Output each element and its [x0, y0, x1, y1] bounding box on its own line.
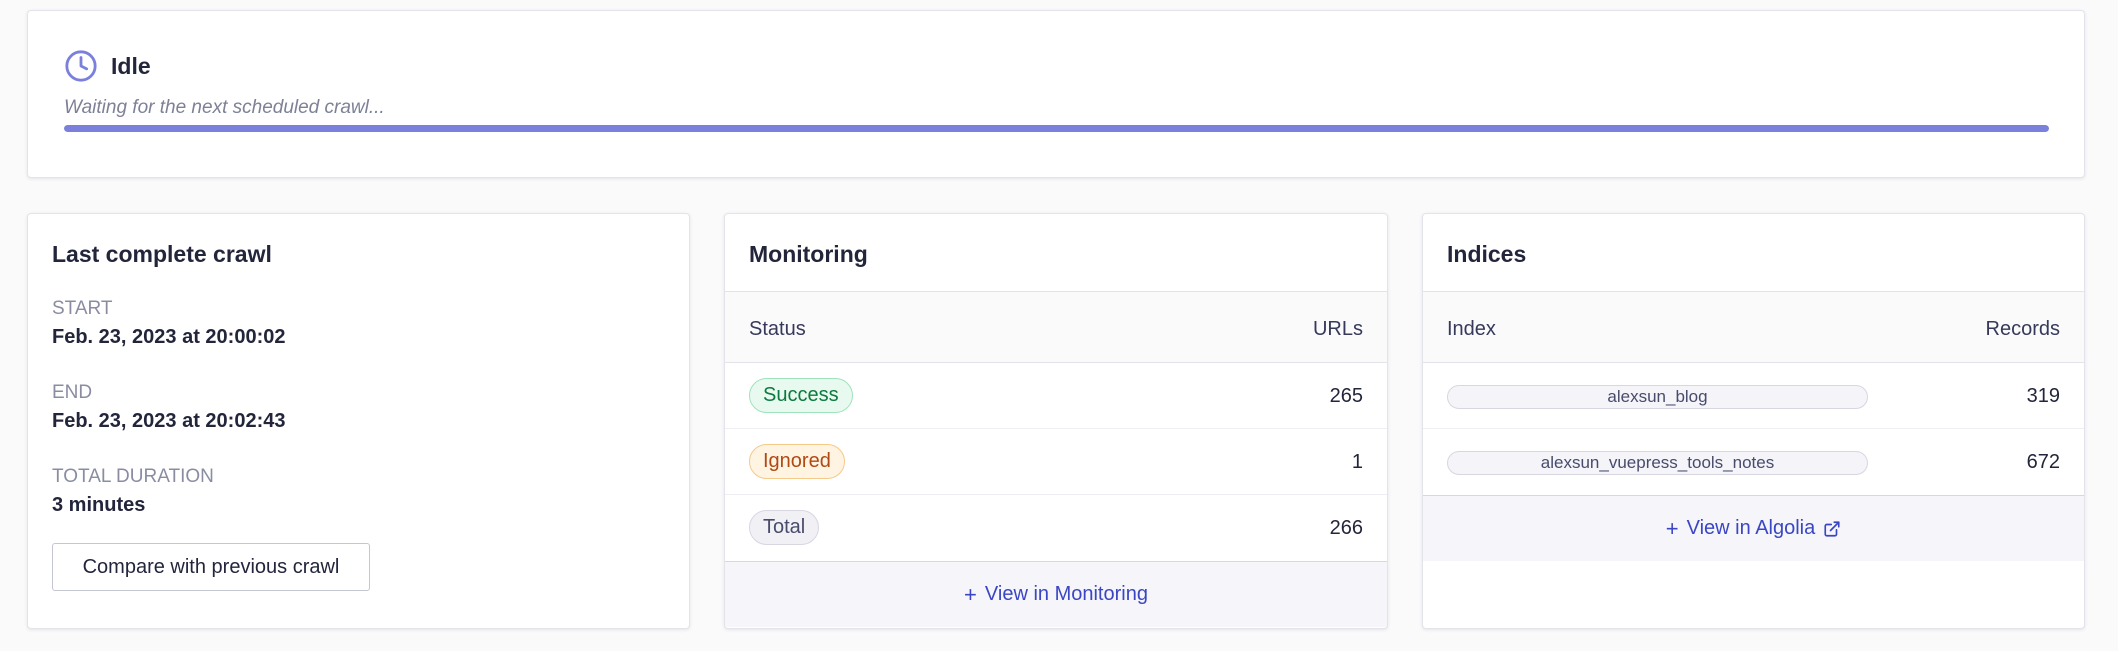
end-value: Feb. 23, 2023 at 20:02:43: [52, 410, 286, 432]
plus-icon: +: [964, 581, 977, 607]
status-progress-fill: [64, 125, 2049, 132]
records-count: 319: [2026, 385, 2060, 407]
duration-label: TOTAL DURATION: [52, 466, 214, 487]
start-value: Feb. 23, 2023 at 20:00:02: [52, 326, 286, 348]
column-header-index: Index: [1447, 318, 1496, 340]
external-link-icon: [1824, 520, 1840, 537]
last-crawl-title: Last complete crawl: [52, 241, 272, 267]
end-label: END: [52, 382, 93, 403]
view-in-algolia-label: View in Algolia: [1686, 517, 1816, 539]
status-badge-total[interactable]: Total: [749, 510, 820, 545]
clock-icon: [65, 50, 97, 82]
duration-value: 3 minutes: [52, 494, 146, 516]
column-header-records: Records: [1985, 318, 2060, 340]
status-title: Idle: [111, 52, 151, 79]
monitoring-card: Monitoring Status URLs Success 265 Ignor…: [724, 213, 1388, 629]
indices-table-header: Index Records: [1423, 291, 2084, 363]
table-row: alexsun_vuepress_tools_notes 672: [1423, 429, 2084, 495]
plus-icon: +: [1665, 515, 1679, 541]
monitoring-title: Monitoring: [749, 241, 868, 267]
table-row: Total 266: [725, 495, 1387, 561]
table-row: Ignored 1: [725, 429, 1387, 495]
urls-count: 1: [1351, 451, 1363, 473]
view-in-algolia-link[interactable]: + View in Algolia: [1423, 495, 2084, 561]
view-in-monitoring-link[interactable]: + View in Monitoring: [725, 561, 1387, 627]
status-header: Idle: [64, 49, 151, 83]
view-in-monitoring-label: View in Monitoring: [984, 583, 1148, 605]
urls-count: 266: [1329, 517, 1363, 539]
crawler-status-card: Idle Waiting for the next scheduled craw…: [27, 10, 2085, 178]
column-header-status: Status: [749, 318, 806, 340]
status-progress-bar: [64, 125, 2049, 132]
records-count: 672: [2026, 451, 2060, 473]
compare-crawl-button[interactable]: Compare with previous crawl: [52, 543, 370, 591]
indices-title: Indices: [1447, 241, 1527, 267]
index-name-pill[interactable]: alexsun_vuepress_tools_notes: [1447, 451, 1868, 475]
urls-count: 265: [1329, 385, 1363, 407]
last-crawl-card: Last complete crawl START Feb. 23, 2023 …: [27, 213, 690, 629]
monitoring-table-header: Status URLs: [725, 291, 1387, 363]
status-subtitle: Waiting for the next scheduled crawl...: [64, 97, 385, 118]
column-header-urls: URLs: [1312, 318, 1363, 340]
status-badge-success[interactable]: Success: [749, 378, 853, 413]
indices-card: Indices Index Records alexsun_blog 319 a…: [1422, 213, 2085, 629]
index-name-pill[interactable]: alexsun_blog: [1447, 385, 1868, 409]
status-badge-ignored[interactable]: Ignored: [749, 444, 845, 479]
start-label: START: [52, 298, 113, 319]
table-row: Success 265: [725, 363, 1387, 429]
table-row: alexsun_blog 319: [1423, 363, 2084, 429]
